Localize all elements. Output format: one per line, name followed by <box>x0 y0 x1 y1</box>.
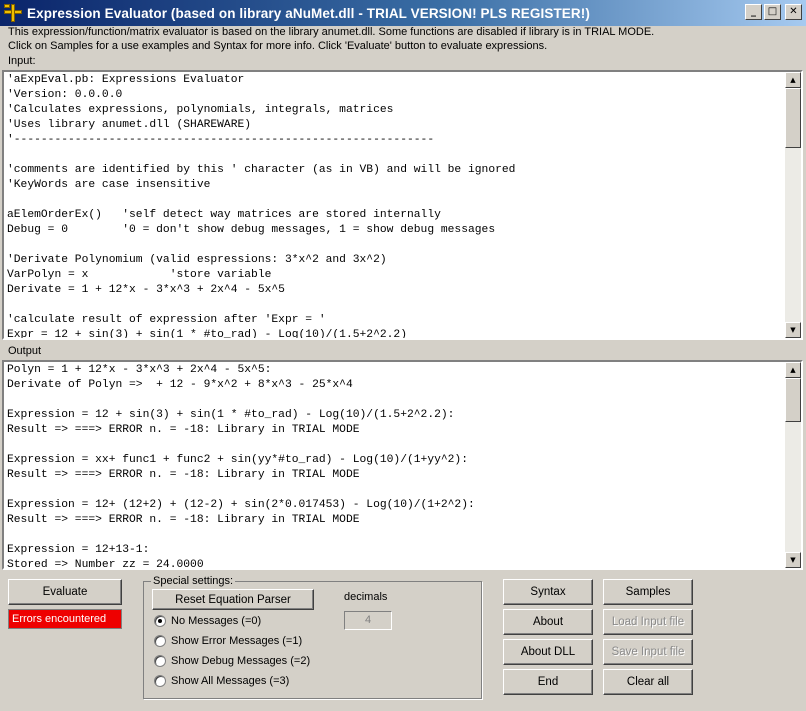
save-input-file-button[interactable]: Save Input file <box>603 639 693 665</box>
radio-label: Show Debug Messages (=2) <box>171 655 311 667</box>
samples-button[interactable]: Samples <box>603 579 693 605</box>
scroll-thumb[interactable] <box>785 88 801 148</box>
syntax-button[interactable]: Syntax <box>503 579 593 605</box>
radio-label: Show All Messages (=3) <box>171 675 290 687</box>
input-label: Input: <box>8 55 36 67</box>
info-line: Click on Samples for a use examples and … <box>8 40 548 52</box>
radio-no-messages[interactable]: No Messages (=0) <box>154 615 261 627</box>
reset-parser-button[interactable]: Reset Equation Parser <box>152 589 314 610</box>
scroll-up-arrow-icon[interactable]: ▲ <box>785 362 801 378</box>
window-title: Expression Evaluator (based on library a… <box>27 5 590 21</box>
radio-label: No Messages (=0) <box>171 615 262 627</box>
about-button[interactable]: About <box>503 609 593 635</box>
evaluate-button[interactable]: Evaluate <box>8 579 122 605</box>
scroll-thumb[interactable] <box>785 378 801 422</box>
special-settings-legend: Special settings: <box>151 575 236 587</box>
output-scrollbar[interactable]: ▲ ▼ <box>785 362 801 568</box>
scroll-down-arrow-icon[interactable]: ▼ <box>785 552 801 568</box>
load-input-file-button[interactable]: Load Input file <box>603 609 693 635</box>
maximize-button[interactable]: □ <box>764 4 781 20</box>
radio-error-messages[interactable]: Show Error Messages (=1) <box>154 635 302 647</box>
decimals-label: decimals <box>344 591 388 603</box>
info-line: This expression/function/matrix evaluato… <box>8 26 655 38</box>
decimals-field: 4 <box>344 611 392 630</box>
output-code[interactable]: Polyn = 1 + 12*x - 3*x^3 + 2x^4 - 5x^5: … <box>7 363 783 568</box>
output-textarea[interactable]: Polyn = 1 + 12*x - 3*x^3 + 2x^4 - 5x^5: … <box>2 360 803 570</box>
title-bar[interactable]: Expression Evaluator (based on library a… <box>0 0 806 26</box>
info-text: This expression/function/matrix evaluato… <box>8 25 798 53</box>
clear-all-button[interactable]: Clear all <box>603 669 693 695</box>
radio-label: Show Error Messages (=1) <box>171 635 303 647</box>
output-label: Output <box>8 345 42 357</box>
scroll-up-arrow-icon[interactable]: ▲ <box>785 72 801 88</box>
app-icon <box>4 4 22 22</box>
radio-icon[interactable] <box>154 655 166 667</box>
input-scrollbar[interactable]: ▲ ▼ <box>785 72 801 338</box>
radio-debug-messages[interactable]: Show Debug Messages (=2) <box>154 655 310 667</box>
input-code[interactable]: 'aExpEval.pb: Expressions Evaluator 'Ver… <box>7 73 783 338</box>
radio-icon[interactable] <box>154 635 166 647</box>
close-button[interactable]: ✕ <box>785 4 802 20</box>
error-status-label: Errors encountered <box>8 609 122 629</box>
minimize-button[interactable]: _ <box>745 4 762 20</box>
end-button[interactable]: End <box>503 669 593 695</box>
input-textarea[interactable]: 'aExpEval.pb: Expressions Evaluator 'Ver… <box>2 70 803 340</box>
radio-icon[interactable] <box>154 675 166 687</box>
about-dll-button[interactable]: About DLL <box>503 639 593 665</box>
scroll-down-arrow-icon[interactable]: ▼ <box>785 322 801 338</box>
radio-all-messages[interactable]: Show All Messages (=3) <box>154 675 289 687</box>
radio-checked-icon[interactable] <box>154 615 166 627</box>
